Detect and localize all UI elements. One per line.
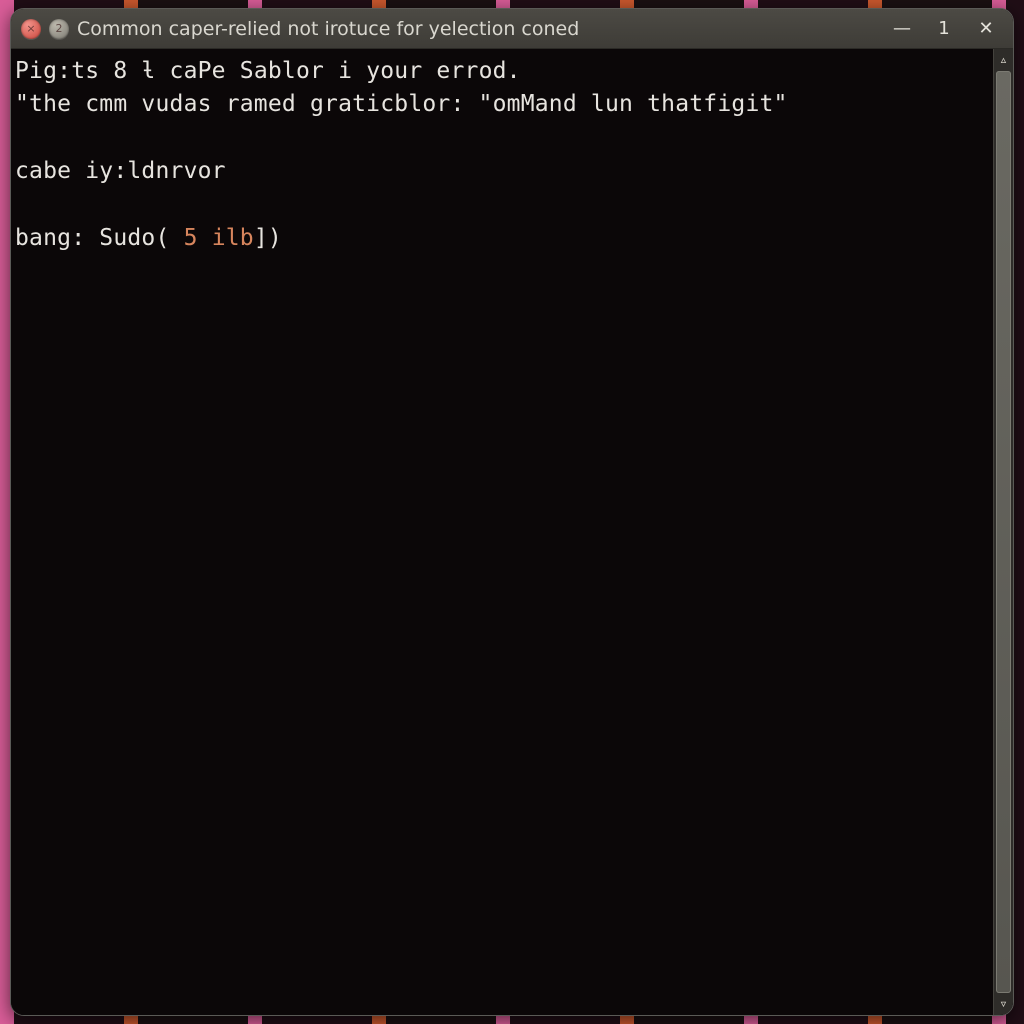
term-line-4a: bang: Sudo( [15,225,184,251]
window-index-button[interactable]: 1 [927,15,961,43]
scroll-track[interactable] [994,71,1013,993]
terminal-window: × 2 Common caper-relied not irotuce for … [10,8,1014,1016]
close-dot-glyph: × [26,22,35,35]
term-line-2: "the cmm vudas ramed graticblor: "omMand… [15,91,788,117]
term-line-4c: ]) [254,225,282,251]
scroll-up-button[interactable]: ▵ [994,49,1013,71]
term-line-3: cabe iy:ldnrvor [15,158,226,184]
term-line-4-kw: ilb [212,225,254,251]
close-icon: ✕ [978,18,993,39]
window-body: Pig:ts 8 ƚ caPe Sablor i your errod. "th… [11,49,1013,1015]
window-close-dot[interactable]: × [21,19,41,39]
chevron-up-icon: ▵ [999,52,1007,68]
window-minimize-dot[interactable]: 2 [49,19,69,39]
minimize-button[interactable]: — [885,15,919,43]
minimize-dot-glyph: 2 [56,22,63,35]
term-line-4-num: 5 [184,225,198,251]
terminal-output[interactable]: Pig:ts 8 ƚ caPe Sablor i your errod. "th… [11,49,993,1015]
term-line-4b [198,225,212,251]
chevron-down-icon: ▿ [999,996,1007,1012]
term-line-1a: Pig:ts 8 ƚ caPe [15,58,226,84]
titlebar[interactable]: × 2 Common caper-relied not irotuce for … [11,9,1013,49]
term-line-1b: Sablor i your errod. [226,58,521,84]
window-title: Common caper-relied not irotuce for yele… [77,18,579,40]
vertical-scrollbar[interactable]: ▵ ▿ [993,49,1013,1015]
window-index-label: 1 [938,18,949,39]
minimize-icon: — [893,18,911,39]
scroll-thumb[interactable] [996,71,1011,993]
close-button[interactable]: ✕ [969,15,1003,43]
